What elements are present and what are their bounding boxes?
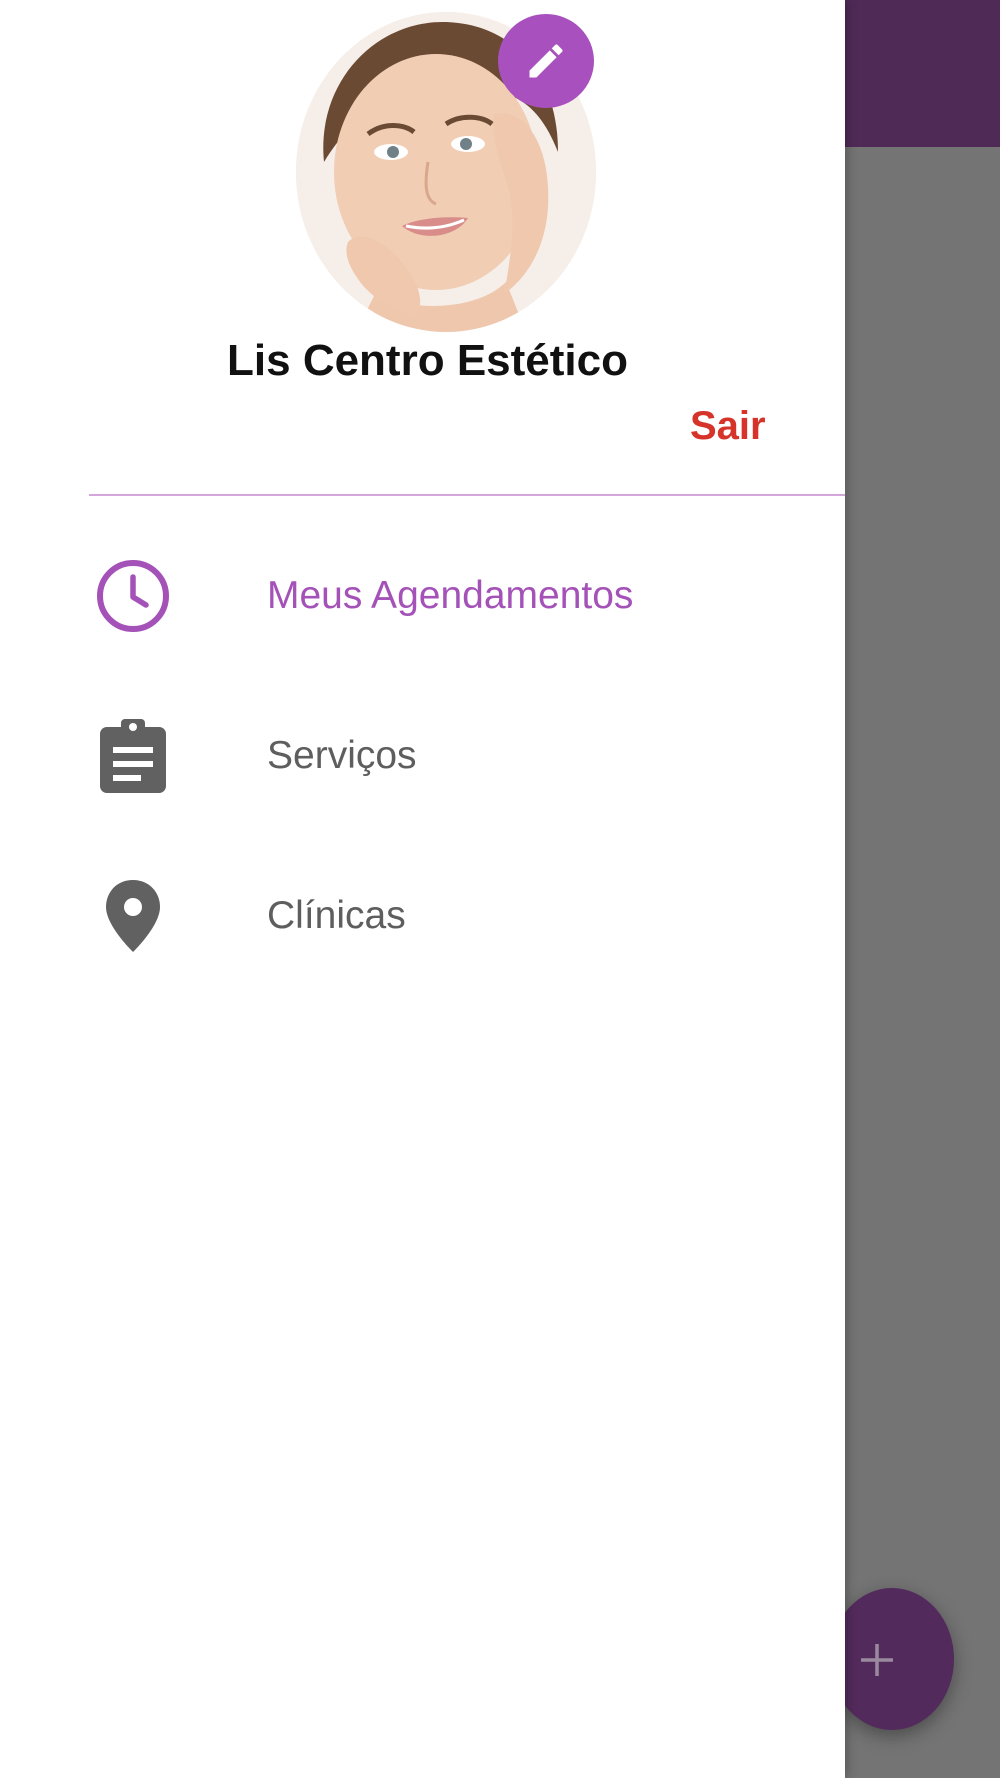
profile-header <box>296 12 596 332</box>
menu-item-servicos[interactable]: Serviços <box>0 696 845 816</box>
logout-button[interactable]: Sair <box>690 404 766 449</box>
menu-item-label: Serviços <box>267 734 417 777</box>
header-divider <box>89 494 845 496</box>
profile-name: Lis Centro Estético <box>227 336 628 385</box>
pencil-icon <box>529 44 563 78</box>
app-screen: Lis Centro Estético Sair Meus Agendament… <box>0 0 1000 1778</box>
edit-profile-button[interactable] <box>498 14 594 108</box>
clock-icon <box>90 553 176 639</box>
plus-icon <box>861 1644 893 1676</box>
add-fab-button[interactable] <box>830 1588 954 1730</box>
menu-item-label: Clínicas <box>267 894 406 937</box>
menu-item-label: Meus Agendamentos <box>267 574 634 617</box>
menu-item-clinicas[interactable]: Clínicas <box>0 856 845 976</box>
clipboard-icon <box>90 713 176 799</box>
navigation-drawer: Lis Centro Estético Sair Meus Agendament… <box>0 0 845 1778</box>
menu-item-meus-agendamentos[interactable]: Meus Agendamentos <box>0 536 845 656</box>
location-pin-icon <box>90 873 176 959</box>
